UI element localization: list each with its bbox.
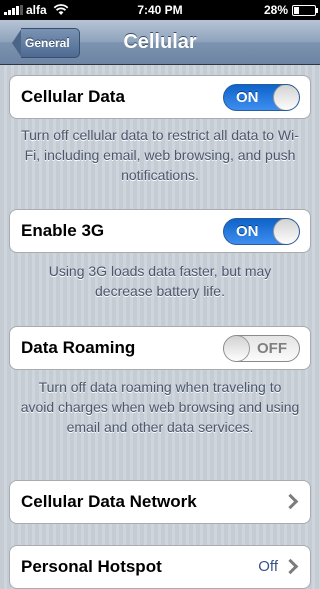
carrier-name: alfa: [26, 3, 47, 17]
enable-3g-row: Enable 3G ON: [9, 209, 311, 253]
navigation-bar: Cellular General: [0, 20, 320, 65]
data-roaming-row: Data Roaming OFF: [9, 326, 311, 370]
cellular-data-switch[interactable]: ON: [223, 84, 300, 111]
switch-knob: [273, 219, 299, 244]
cellular-data-switch-text: ON: [236, 89, 259, 106]
chevron-right-icon: [282, 493, 299, 510]
enable-3g-switch-text: ON: [236, 223, 259, 240]
switch-knob: [273, 85, 299, 110]
chevron-right-icon: [282, 558, 299, 575]
status-bar: alfa 7:40 PM 28%: [0, 0, 320, 20]
cellular-data-footer: Turn off cellular data to restrict all d…: [21, 127, 299, 183]
status-left: alfa: [4, 3, 69, 17]
signal-strength-icon: [4, 5, 23, 15]
wifi-icon: [53, 4, 69, 15]
back-button[interactable]: General: [12, 28, 80, 58]
cellular-data-row: Cellular Data ON: [9, 75, 311, 119]
personal-hotspot-row[interactable]: Personal Hotspot Off: [9, 545, 311, 589]
status-right: 28%: [263, 3, 318, 17]
data-roaming-label: Data Roaming: [21, 338, 136, 357]
data-roaming-footer: Turn off data roaming when traveling to …: [20, 379, 300, 435]
data-roaming-switch[interactable]: OFF: [223, 335, 300, 362]
cellular-data-network-row[interactable]: Cellular Data Network: [9, 480, 311, 524]
battery-level-fill: [294, 6, 299, 14]
data-roaming-switch-text: OFF: [257, 340, 287, 357]
battery-icon: [292, 4, 318, 16]
enable-3g-label: Enable 3G: [21, 221, 105, 240]
cellular-data-label: Cellular Data: [21, 87, 125, 106]
battery-tip: [316, 7, 318, 13]
battery-percent: 28%: [263, 3, 288, 17]
enable-3g-switch[interactable]: ON: [223, 218, 300, 245]
cellular-data-network-label: Cellular Data Network: [21, 492, 197, 511]
enable-3g-footer: Using 3G loads data faster, but may decr…: [48, 263, 272, 299]
personal-hotspot-label: Personal Hotspot: [21, 557, 162, 576]
personal-hotspot-value: Off: [258, 558, 278, 575]
back-button-label: General: [21, 28, 80, 58]
switch-knob: [224, 336, 250, 361]
